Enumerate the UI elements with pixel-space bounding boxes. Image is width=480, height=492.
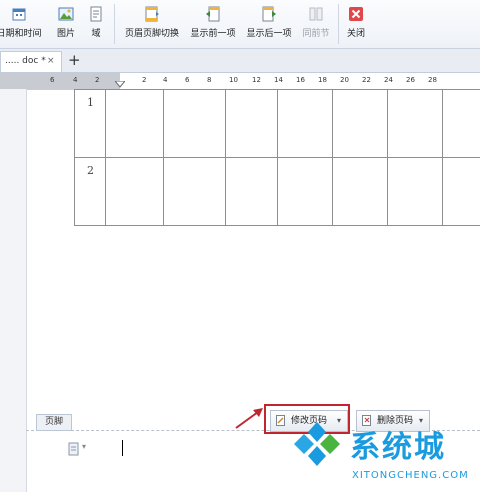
- table-cell[interactable]: [225, 89, 278, 158]
- field-icon: [90, 6, 102, 22]
- page-icon[interactable]: [68, 442, 80, 456]
- ruler-tick: 8: [207, 76, 212, 84]
- table-cell[interactable]: [331, 157, 388, 226]
- toolbar-separator: [338, 4, 339, 44]
- table-cell[interactable]: [105, 157, 164, 226]
- picture-label: 图片: [56, 29, 75, 39]
- document-tab[interactable]: ..... doc * ×: [0, 51, 62, 72]
- document-tab-bar: ..... doc * × +: [0, 49, 480, 73]
- watermark-url: XITONGCHENG.COM: [352, 470, 469, 481]
- tab-close-icon[interactable]: ×: [47, 52, 55, 70]
- footer-label: 页脚: [36, 414, 72, 431]
- ruler-tick: 28: [428, 76, 437, 84]
- small-dropdown-icon[interactable]: ▾: [82, 442, 86, 451]
- ruler-tick: 12: [252, 76, 261, 84]
- ruler-tick: 2: [142, 76, 147, 84]
- ruler-tick: 6: [185, 76, 190, 84]
- show-next-label: 显示后一项: [246, 29, 292, 39]
- document-tab-title: ..... doc *: [5, 56, 46, 66]
- table-cell[interactable]: [441, 89, 480, 158]
- field-label: 域: [91, 29, 101, 39]
- table-cell[interactable]: [386, 157, 443, 226]
- document-table: 1 2: [73, 89, 480, 226]
- row-number: 2: [87, 164, 94, 177]
- calendar-icon: [12, 8, 26, 21]
- watermark: 系统城 XITONGCHENG.COM: [290, 418, 480, 492]
- link-to-previous-icon: [309, 7, 323, 21]
- ruler-tick: 24: [384, 76, 393, 84]
- ruler-tick: 6: [50, 76, 55, 84]
- ruler-tick: 20: [340, 76, 349, 84]
- watermark-title: 系统城: [350, 430, 446, 465]
- table-cell[interactable]: [386, 89, 443, 158]
- show-next-icon: [262, 6, 276, 22]
- page-left-margin: [0, 89, 27, 492]
- indent-marker-icon[interactable]: [115, 81, 125, 89]
- ruler-tick: 4: [73, 76, 78, 84]
- table-cell[interactable]: [225, 157, 278, 226]
- show-previous-label: 显示前一项: [190, 29, 236, 39]
- table-row: 1: [73, 89, 480, 158]
- date-time-label: 日期和时间: [0, 29, 42, 39]
- new-tab-button[interactable]: +: [68, 52, 81, 68]
- table-cell[interactable]: [276, 157, 333, 226]
- ruler-tick: 4: [163, 76, 168, 84]
- link-to-previous-button[interactable]: 同前节: [298, 2, 334, 46]
- toolbar-separator: [114, 4, 115, 44]
- ribbon-toolbar: 日期和时间 图片 域 页眉页脚切换 显示前一项 显示后一项 同前节 关闭: [0, 0, 480, 49]
- ruler-tick: 10: [229, 76, 238, 84]
- close-icon: [349, 7, 363, 21]
- picture-icon: [58, 7, 74, 21]
- link-to-previous-label: 同前节: [302, 29, 330, 39]
- table-row: 2: [73, 157, 480, 226]
- ruler-tick: 22: [362, 76, 371, 84]
- ruler-tick: 2: [95, 76, 100, 84]
- ruler-tick: 26: [406, 76, 415, 84]
- show-next-button[interactable]: 显示后一项: [242, 2, 296, 46]
- table-cell-row-number[interactable]: 1: [73, 89, 107, 158]
- ruler-tick: 18: [318, 76, 327, 84]
- close-label: 关闭: [346, 29, 365, 39]
- table-cell[interactable]: [105, 89, 164, 158]
- header-footer-switch-icon: [145, 6, 159, 22]
- row-number: 1: [87, 96, 94, 109]
- field-button[interactable]: 域: [84, 2, 108, 46]
- close-header-footer-button[interactable]: 关闭: [342, 2, 370, 46]
- table-cell-row-number[interactable]: 2: [73, 157, 107, 226]
- show-previous-icon: [206, 6, 220, 22]
- ruler-tick: 14: [274, 76, 283, 84]
- header-footer-switch-button[interactable]: 页眉页脚切换: [120, 2, 184, 46]
- table-cell[interactable]: [441, 157, 480, 226]
- ruler-margin-area: [0, 73, 120, 89]
- table-cell[interactable]: [162, 157, 227, 226]
- header-footer-switch-label: 页眉页脚切换: [124, 29, 179, 39]
- date-time-button[interactable]: 日期和时间: [0, 2, 44, 46]
- text-cursor: [122, 440, 123, 456]
- pointer-arrow-icon: [235, 408, 263, 429]
- table-cell[interactable]: [331, 89, 388, 158]
- table-cell[interactable]: [162, 89, 227, 158]
- show-previous-button[interactable]: 显示前一项: [186, 2, 240, 46]
- ruler-tick: 16: [296, 76, 305, 84]
- site-logo-icon: [294, 422, 340, 466]
- picture-button[interactable]: 图片: [50, 2, 82, 46]
- horizontal-ruler[interactable]: 6 4 2 2 4 6 8 10 12 14 16 18 20 22 24 26…: [0, 73, 480, 90]
- table-cell[interactable]: [276, 89, 333, 158]
